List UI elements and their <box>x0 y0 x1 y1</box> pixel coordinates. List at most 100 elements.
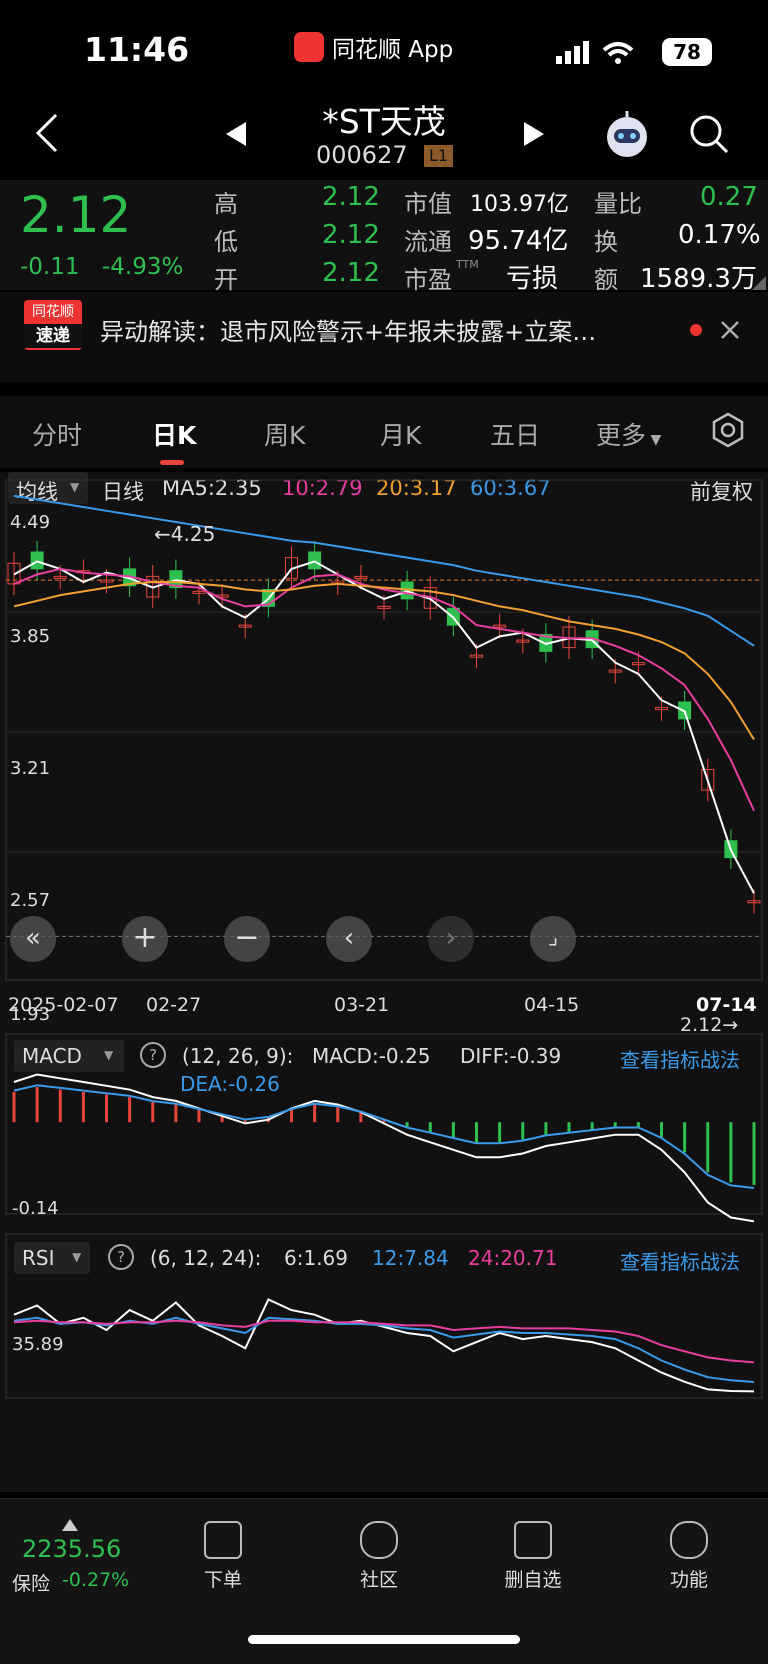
rsi6-value: 6:1.69 <box>284 1246 348 1270</box>
scroll-left-button[interactable]: ‹ <box>326 916 372 962</box>
fullscreen-button[interactable]: ⌟ <box>530 916 576 962</box>
scroll-start-button[interactable]: « <box>10 916 56 962</box>
level-badge: L1 <box>424 145 454 167</box>
stock-name: *ST天茂 <box>322 102 446 141</box>
tab-more-label: 更多 <box>596 421 647 450</box>
unread-dot <box>690 324 702 336</box>
x-label: 03-21 <box>334 994 390 1016</box>
tab-monthly-k[interactable]: 月K <box>380 416 421 452</box>
diff-line <box>13 1073 755 1223</box>
home-indicator <box>248 1635 520 1644</box>
last-price: 2.12 <box>20 186 132 244</box>
float-label: 流通 <box>404 228 452 256</box>
y-label: 4.49 <box>10 512 51 533</box>
index-change: -0.27% <box>62 1569 130 1591</box>
robot-assistant-icon[interactable] <box>602 109 652 159</box>
x-label: 2025-02-07 <box>8 994 119 1016</box>
remove-watchlist-label: 删自选 <box>504 1569 562 1591</box>
mktcap-value: 103.97亿 <box>470 192 569 217</box>
expand-corner-icon[interactable] <box>752 276 766 290</box>
rsi-axis-label: 35.89 <box>12 1334 64 1355</box>
x-label: 07-14 <box>696 994 757 1016</box>
chevron-left-icon: ‹ <box>343 923 355 953</box>
y-label: 3.21 <box>10 758 51 779</box>
tab-five-day[interactable]: 五日 <box>490 416 540 452</box>
rsi-label: RSI <box>22 1246 55 1270</box>
order-button[interactable]: 下单 <box>178 1521 268 1592</box>
status-bar: 11:46 同花顺 App 78 <box>0 0 768 100</box>
settings-icon[interactable] <box>710 412 746 448</box>
macd-value: MACD:-0.25 <box>312 1044 431 1068</box>
low-value: 2.12 <box>322 220 380 250</box>
triangle-up-icon <box>62 1519 78 1531</box>
low-label: 低 <box>214 228 238 256</box>
order-label: 下单 <box>203 1569 242 1591</box>
rsi-line-0 <box>13 1298 755 1393</box>
help-icon[interactable]: ? <box>140 1042 166 1068</box>
tab-weekly-k[interactable]: 周K <box>264 416 305 452</box>
turnover-label: 换 <box>594 228 618 256</box>
macd-strategy-link[interactable]: 查看指标战法 <box>620 1044 740 1073</box>
y-label: 3.85 <box>10 626 51 647</box>
pe-value: 亏损 <box>506 264 559 294</box>
chevron-down-icon: ▼ <box>646 432 662 448</box>
help-icon[interactable]: ? <box>108 1244 134 1270</box>
diff-value: DIFF:-0.39 <box>460 1044 562 1068</box>
functions-button[interactable]: 功能 <box>644 1521 734 1592</box>
amount-value: 1589.3万 <box>640 264 757 294</box>
mktcap-label: 市值 <box>404 190 452 218</box>
app-indicator[interactable]: 同花顺 App <box>294 30 453 64</box>
kline-chart[interactable] <box>0 472 768 1492</box>
scroll-right-button[interactable]: › <box>428 916 474 962</box>
tab-daily-k[interactable]: 日K <box>152 416 196 452</box>
macd-params: (12, 26, 9): <box>182 1044 294 1068</box>
amount-label: 额 <box>594 266 618 294</box>
clock: 11:46 <box>84 30 190 69</box>
rsi-selector[interactable]: RSI ▼ <box>14 1242 90 1274</box>
macd-selector[interactable]: MACD ▼ <box>14 1040 124 1072</box>
x-label: 04-15 <box>524 994 580 1016</box>
dea-value: DEA:-0.26 <box>180 1072 280 1096</box>
stock-header: *ST天茂 000627 L1 <box>0 95 768 177</box>
x-label: 02-27 <box>146 994 202 1016</box>
chevron-down-icon: ▼ <box>104 1048 114 1062</box>
document-icon <box>204 1521 242 1559</box>
double-left-icon: « <box>25 923 41 953</box>
rsi-params: (6, 12, 24): <box>150 1246 262 1270</box>
app-logo-icon <box>294 32 324 62</box>
y-label: 2.57 <box>10 890 51 911</box>
tab-active-indicator <box>160 460 184 465</box>
tab-intraday[interactable]: 分时 <box>32 416 82 452</box>
turnover-value: 0.17% <box>678 220 761 250</box>
functions-label: 功能 <box>669 1569 708 1591</box>
last-price-marker: 2.12→ <box>680 1014 739 1036</box>
index-value[interactable]: 2235.56 <box>22 1535 121 1563</box>
chevron-down-icon: ▼ <box>72 1250 82 1264</box>
search-icon[interactable] <box>688 113 730 155</box>
tab-more[interactable]: 更多 ▼ <box>596 416 661 452</box>
kline-frame <box>5 479 763 981</box>
chevron-right-icon: › <box>445 923 457 953</box>
battery-indicator: 78 <box>662 38 712 66</box>
index-name: 保险 <box>12 1573 51 1595</box>
macd-axis-label: -0.14 <box>12 1198 59 1219</box>
rsi-strategy-link[interactable]: 查看指标战法 <box>620 1246 740 1275</box>
volume-ratio-value: 0.27 <box>700 182 758 212</box>
close-icon[interactable] <box>720 320 740 340</box>
zoom-in-button[interactable]: + <box>122 916 168 962</box>
high-value: 2.12 <box>322 182 380 212</box>
remove-watchlist-button[interactable]: 删自选 <box>488 1521 578 1592</box>
app-name: 同花顺 App <box>332 37 454 63</box>
open-label: 开 <box>214 266 238 294</box>
star-badge-icon <box>360 1521 398 1559</box>
price-change: -0.11 <box>20 254 80 280</box>
news-strip[interactable]: 同花顺 速递 异动解读：退市风险警示+年报未披露+立案… <box>0 292 768 382</box>
menu-circle-icon <box>670 1521 708 1559</box>
minus-box-icon <box>514 1521 552 1559</box>
zoom-out-button[interactable]: − <box>224 916 270 962</box>
pe-ttm-label: TTM <box>456 258 479 271</box>
news-badge: 同花顺 速递 <box>24 300 82 350</box>
community-button[interactable]: 社区 <box>334 1521 424 1592</box>
next-stock-icon[interactable] <box>522 121 546 147</box>
community-label: 社区 <box>359 1569 398 1591</box>
